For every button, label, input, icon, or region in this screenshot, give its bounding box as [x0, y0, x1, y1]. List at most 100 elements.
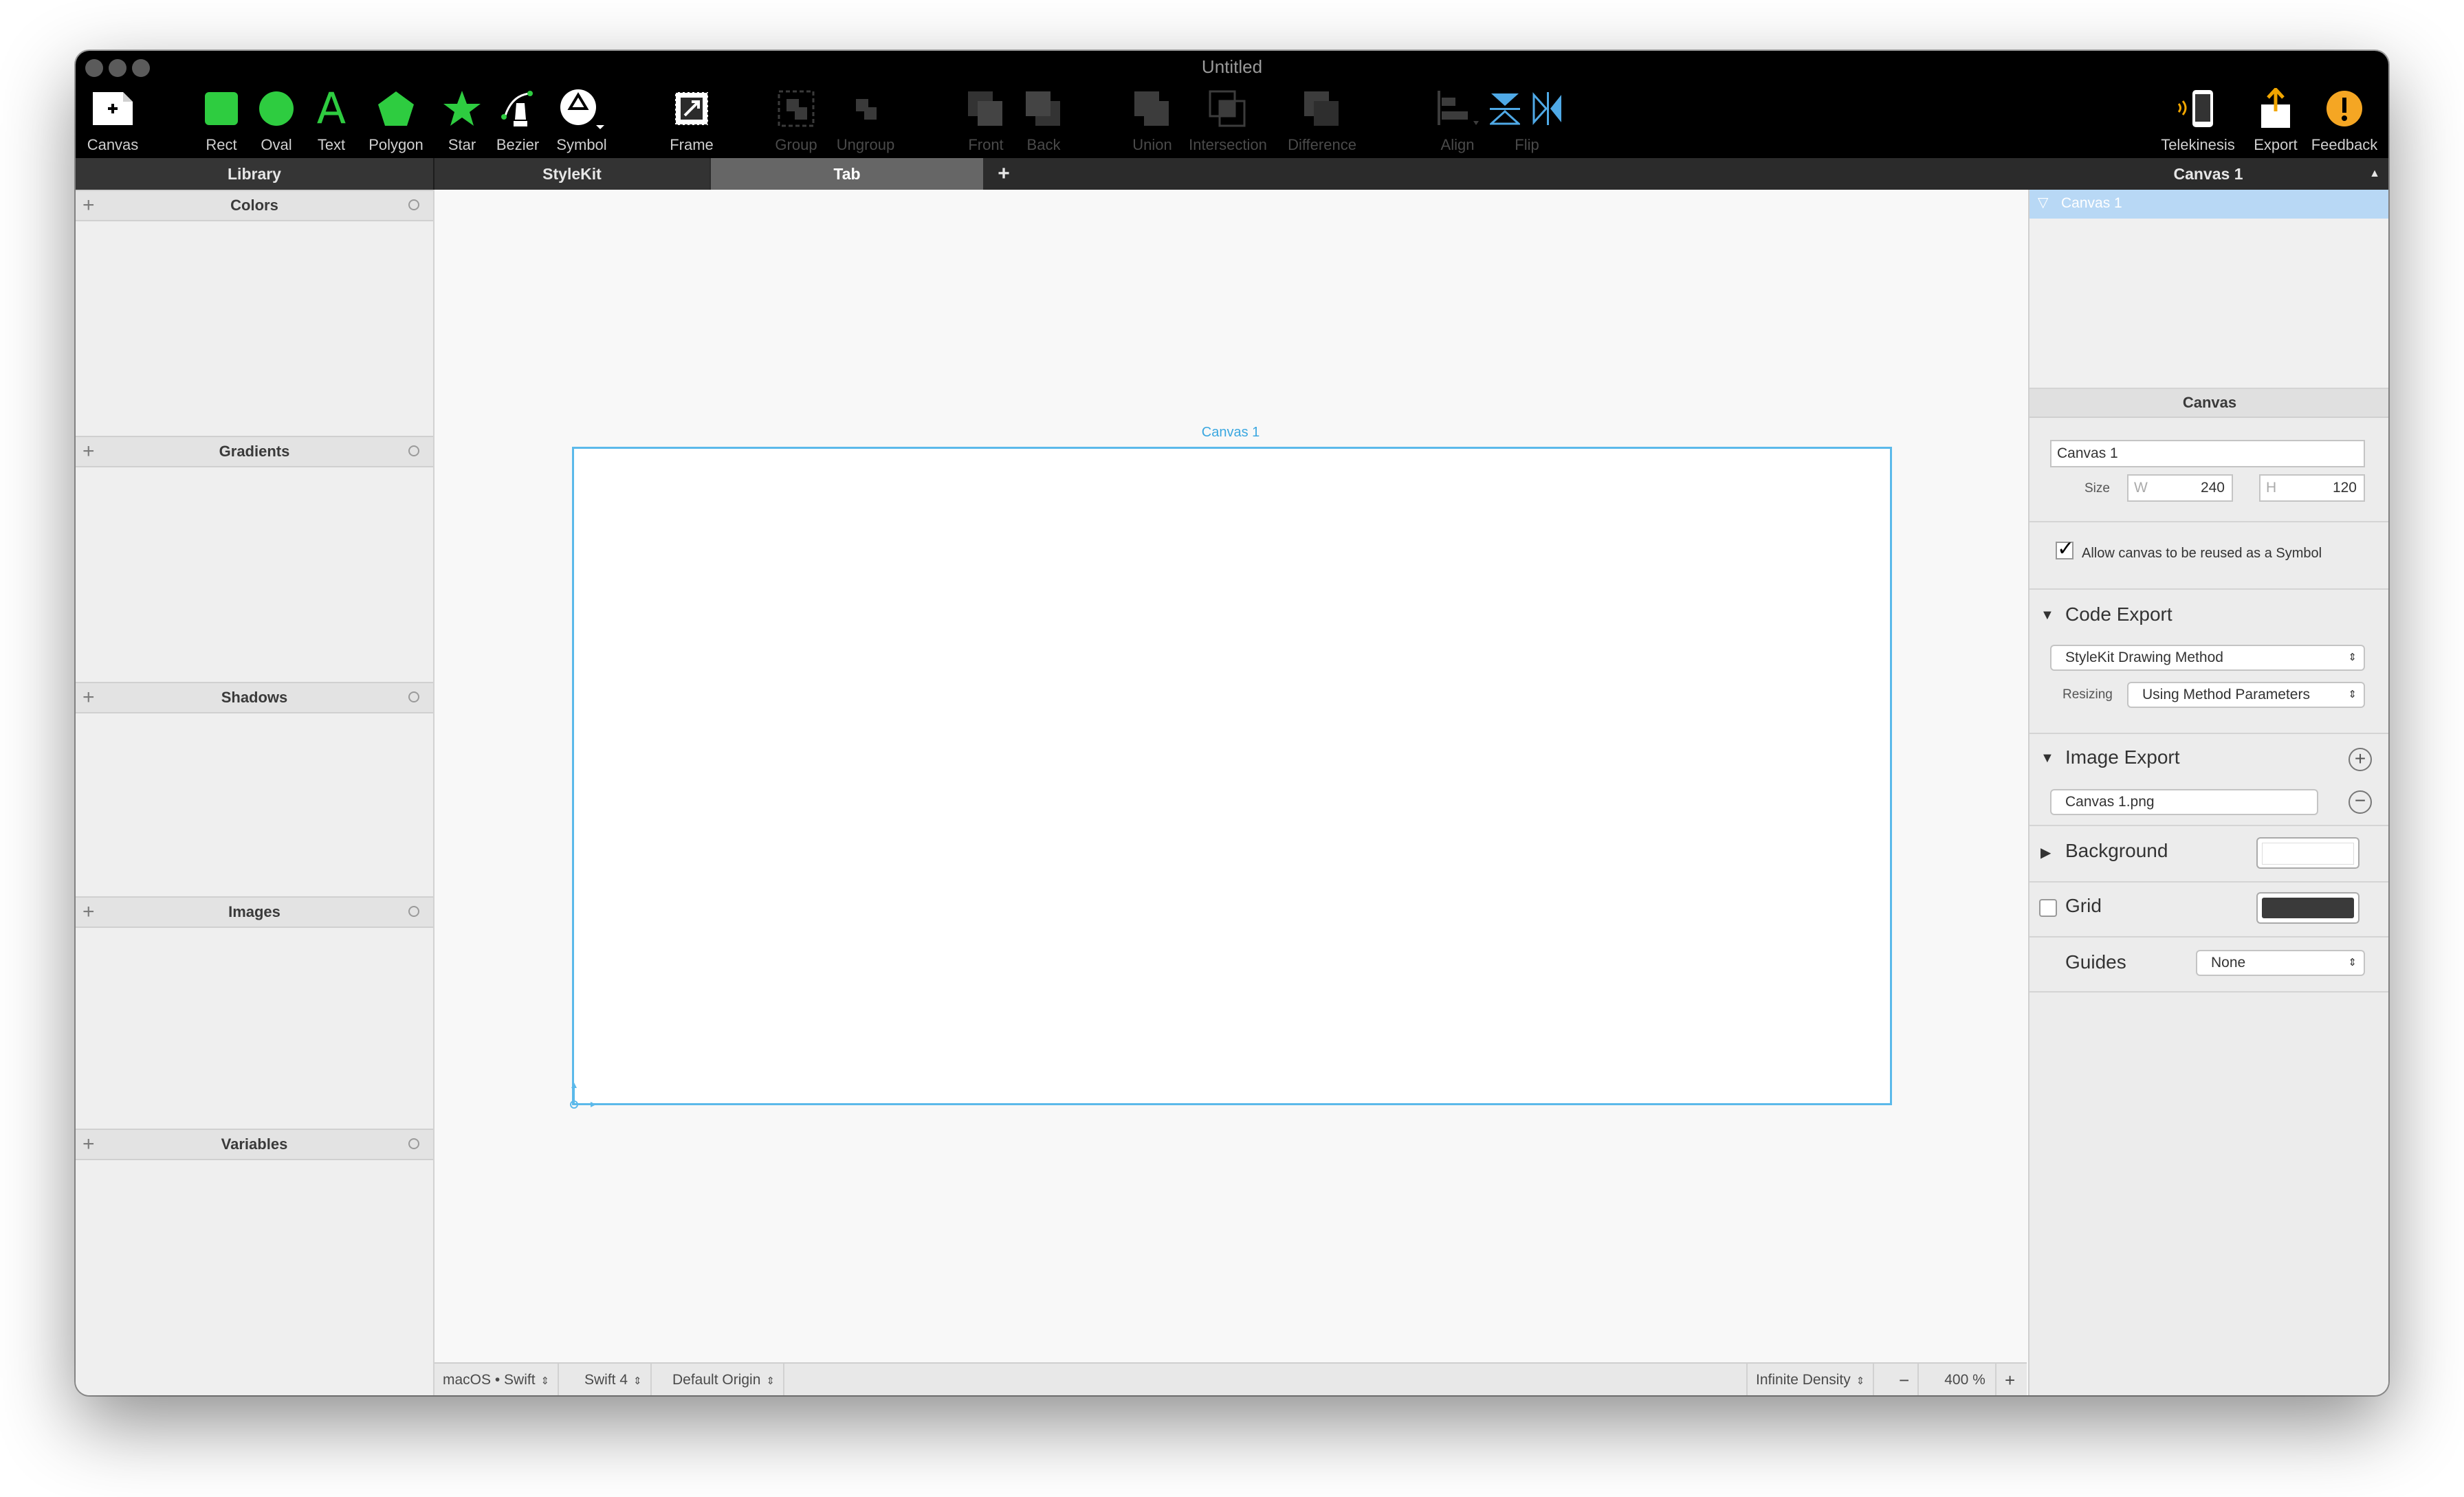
add-gradient-icon[interactable]: +: [82, 437, 95, 466]
resizing-popup[interactable]: Using Method Parameters ⇕: [2127, 682, 2365, 708]
text-tool[interactable]: A Text: [312, 87, 351, 154]
artboard-canvas[interactable]: [570, 447, 1892, 1109]
star-tool-label: Star: [448, 136, 476, 153]
flip-tool-label: Flip: [1515, 136, 1539, 153]
align-tool[interactable]: Align: [1431, 87, 1484, 154]
telekinesis-label: Telekinesis: [2161, 136, 2235, 153]
disclosure-triangle-icon[interactable]: ▽: [2038, 194, 2048, 211]
zoom-in-button[interactable]: +: [1995, 1364, 2023, 1395]
union-tool[interactable]: Union: [1130, 87, 1174, 154]
section-label: Colors: [230, 197, 278, 214]
bring-front-tool[interactable]: Front: [964, 87, 1008, 154]
background-color-well[interactable]: [2256, 837, 2360, 869]
code-method-value: StyleKit Drawing Method: [2065, 650, 2223, 665]
checkbox-checked-icon[interactable]: ✓: [2056, 539, 2074, 559]
rect-tool[interactable]: Rect: [201, 87, 242, 154]
telekinesis-button[interactable]: Telekinesis: [2153, 87, 2243, 154]
image-export-file-field[interactable]: Canvas 1.png: [2050, 789, 2318, 815]
symbol-option: ✓ Allow canvas to be reused as a Symbol: [2030, 522, 2388, 590]
zoom-out-button[interactable]: −: [1891, 1364, 1920, 1395]
drawing-area[interactable]: Canvas 1: [434, 190, 2027, 1362]
add-tab-button[interactable]: +: [984, 158, 1023, 190]
add-image-icon[interactable]: +: [82, 898, 95, 927]
bezier-tool[interactable]: Bezier: [494, 87, 542, 154]
library-section-colors[interactable]: + Colors: [76, 190, 433, 221]
share-export-icon: [2261, 88, 2290, 128]
layer-tree-row-canvas-1[interactable]: ▽ Canvas 1: [2030, 190, 2388, 219]
symbol-checkbox-label[interactable]: Allow canvas to be reused as a Symbol: [2082, 546, 2322, 562]
add-color-icon[interactable]: +: [82, 191, 95, 220]
disclosure-open-icon[interactable]: ▼: [2040, 751, 2054, 766]
send-to-back-icon: [1026, 91, 1060, 126]
platform-popup[interactable]: macOS • Swift ⇕: [434, 1364, 560, 1395]
grid-color-well[interactable]: [2256, 892, 2360, 924]
swift-version-popup[interactable]: Swift 4 ⇕: [576, 1364, 652, 1395]
flip-vertical-icon[interactable]: [1490, 91, 1520, 126]
difference-tool-label: Difference: [1288, 136, 1356, 153]
flip-tool[interactable]: Flip: [1489, 87, 1565, 154]
frame-icon: [674, 91, 709, 126]
add-image-export-icon[interactable]: +: [2348, 748, 2372, 771]
polygon-icon: [378, 91, 414, 126]
ungroup-tool-label: Ungroup: [836, 136, 895, 153]
group-tool[interactable]: Group: [774, 87, 818, 154]
disclosure-open-icon[interactable]: ▼: [2040, 608, 2054, 623]
origin-popup[interactable]: Default Origin ⇕: [664, 1364, 784, 1395]
circle-icon[interactable]: [408, 199, 419, 210]
inspector-header[interactable]: Canvas 1 ▲: [2028, 158, 2388, 190]
app-window: Untitled Canvas Rect Oval A Text Polygon: [76, 51, 2388, 1395]
intersection-tool[interactable]: Intersection: [1185, 87, 1270, 154]
grid-checkbox[interactable]: [2039, 899, 2057, 917]
add-variable-icon[interactable]: +: [82, 1130, 95, 1159]
send-back-tool[interactable]: Back: [1022, 87, 1066, 154]
origin-marker-icon[interactable]: [569, 1083, 596, 1110]
symbol-tool[interactable]: Symbol: [547, 87, 616, 154]
export-label: Export: [2254, 136, 2298, 153]
frame-tool[interactable]: Frame: [664, 87, 719, 154]
width-field[interactable]: W 240: [2127, 474, 2233, 502]
grid-title: Grid: [2065, 895, 2102, 916]
guides-popup[interactable]: None ⇕: [2196, 950, 2365, 976]
updown-icon: ⇕: [2348, 652, 2357, 663]
circle-icon[interactable]: [408, 906, 419, 917]
canvas-tool[interactable]: Canvas: [85, 87, 140, 154]
star-tool[interactable]: Star: [441, 87, 483, 154]
tab-tab[interactable]: Tab: [711, 158, 983, 190]
library-section-shadows[interactable]: + Shadows: [76, 682, 433, 713]
status-bar: macOS • Swift ⇕ Swift 4 ⇕ Default Origin ⇕ …: [434, 1362, 2027, 1395]
disclosure-closed-icon[interactable]: ▶: [2040, 844, 2051, 861]
resizing-label: Resizing: [2062, 687, 2113, 702]
export-button[interactable]: Export: [2248, 87, 2303, 154]
ungroup-tool[interactable]: Ungroup: [832, 87, 899, 154]
background-section: ▶ Background: [2030, 826, 2388, 883]
library-section-variables[interactable]: + Variables: [76, 1129, 433, 1160]
platform-value: macOS • Swift: [443, 1372, 536, 1388]
density-popup[interactable]: Infinite Density ⇕: [1746, 1364, 1875, 1395]
library-section-images[interactable]: + Images: [76, 896, 433, 928]
layer-tree[interactable]: [2030, 219, 2388, 389]
flip-horizontal-icon[interactable]: [1531, 92, 1564, 125]
feedback-button[interactable]: Feedback: [2303, 87, 2386, 154]
circle-icon[interactable]: [408, 445, 419, 456]
ungroup-icon: [856, 99, 877, 120]
inspector-header-title: Canvas 1: [2173, 165, 2243, 183]
height-field[interactable]: H 120: [2259, 474, 2365, 502]
circle-icon[interactable]: [408, 691, 419, 702]
oval-tool[interactable]: Oval: [256, 87, 297, 154]
polygon-tool[interactable]: Polygon: [364, 87, 428, 154]
inspector-panel: ▽ Canvas 1 Canvas Canvas 1 Size W 240 H …: [2028, 190, 2388, 1395]
artboard-label[interactable]: Canvas 1: [434, 425, 2027, 441]
tab-stylekit[interactable]: StyleKit: [434, 158, 710, 190]
difference-tool[interactable]: Difference: [1283, 87, 1361, 154]
remove-image-export-icon[interactable]: −: [2348, 790, 2372, 814]
canvas-name-field[interactable]: Canvas 1: [2050, 440, 2365, 467]
tab-library[interactable]: Library: [76, 158, 434, 190]
symbol-tool-label: Symbol: [556, 136, 607, 153]
layer-tree-label: Canvas 1: [2061, 195, 2122, 211]
toolbar: Untitled Canvas Rect Oval A Text Polygon: [76, 51, 2388, 158]
add-shadow-icon[interactable]: +: [82, 683, 95, 712]
code-method-popup[interactable]: StyleKit Drawing Method ⇕: [2050, 645, 2365, 671]
window-title: Untitled: [1201, 56, 1263, 77]
circle-icon[interactable]: [408, 1138, 419, 1149]
library-section-gradients[interactable]: + Gradients: [76, 436, 433, 467]
